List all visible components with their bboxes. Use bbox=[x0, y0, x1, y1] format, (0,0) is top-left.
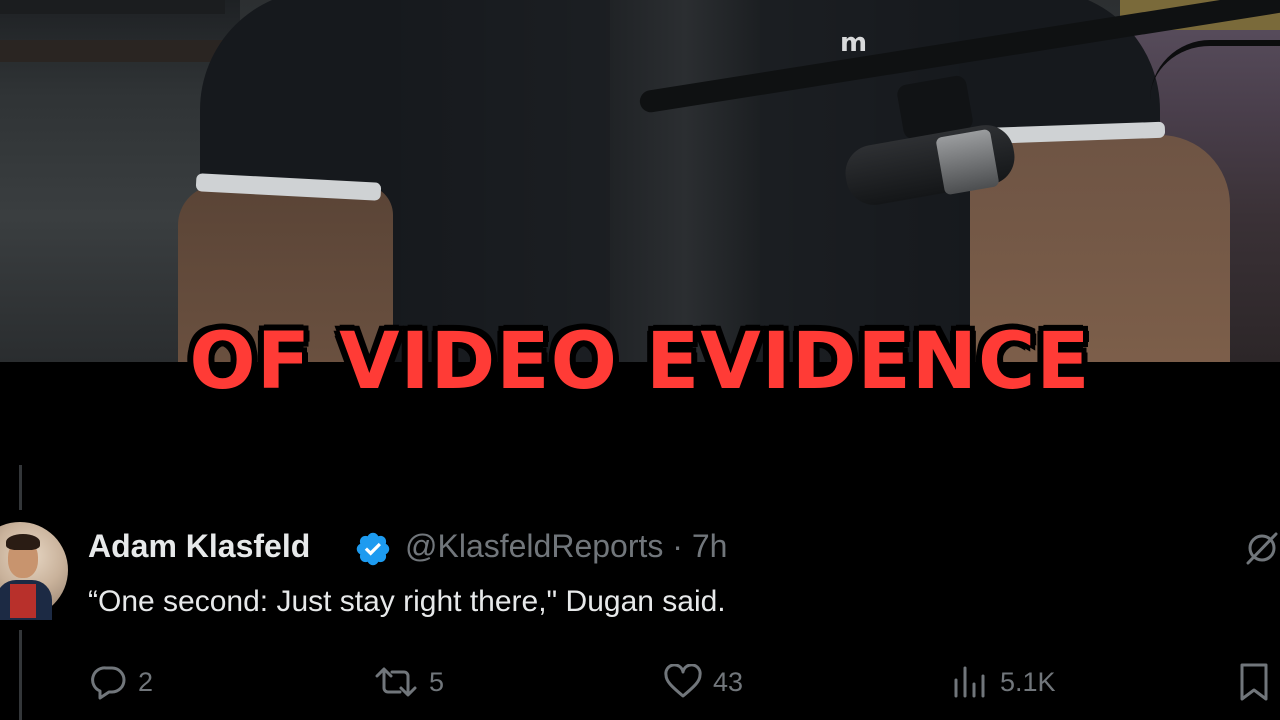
heart-icon bbox=[664, 664, 702, 698]
views-button[interactable]: 5.1K bbox=[950, 662, 1056, 702]
author-name[interactable]: Adam Klasfeld bbox=[88, 528, 310, 565]
views-count: 5.1K bbox=[1000, 666, 1056, 697]
avatar-hair bbox=[6, 534, 40, 550]
avatar[interactable] bbox=[0, 522, 68, 620]
repost-icon bbox=[375, 667, 417, 697]
tweet-text: “One second: Just stay right there," Dug… bbox=[88, 585, 726, 618]
video-frame[interactable]: m bbox=[0, 0, 1280, 362]
grok-icon[interactable] bbox=[1244, 530, 1280, 566]
thread-connector-bottom bbox=[19, 630, 22, 720]
reply-icon bbox=[91, 666, 126, 700]
like-button[interactable]: 43 bbox=[663, 662, 743, 702]
microphone-connector bbox=[935, 128, 1000, 196]
views-chart-icon bbox=[954, 666, 985, 698]
avatar-background bbox=[0, 522, 68, 620]
shelf-top bbox=[0, 0, 225, 14]
microphone-stand bbox=[610, 0, 760, 362]
shelf bbox=[0, 40, 225, 62]
reply-button[interactable]: 2 bbox=[90, 662, 153, 702]
verified-badge-icon bbox=[356, 532, 390, 566]
like-count: 43 bbox=[713, 666, 744, 697]
video-caption: OF VIDEO EVIDENCE bbox=[189, 317, 1091, 407]
repost-button[interactable]: 5 bbox=[373, 662, 444, 702]
author-handle-and-time[interactable]: @KlasfeldReports · 7h bbox=[405, 528, 727, 565]
reply-count: 2 bbox=[138, 666, 154, 697]
repost-count: 5 bbox=[429, 666, 445, 697]
avatar-sweater bbox=[10, 584, 36, 618]
bookmark-icon[interactable] bbox=[1238, 662, 1270, 702]
thread-connector-top bbox=[19, 465, 22, 510]
shirt-logo: m bbox=[840, 28, 867, 58]
